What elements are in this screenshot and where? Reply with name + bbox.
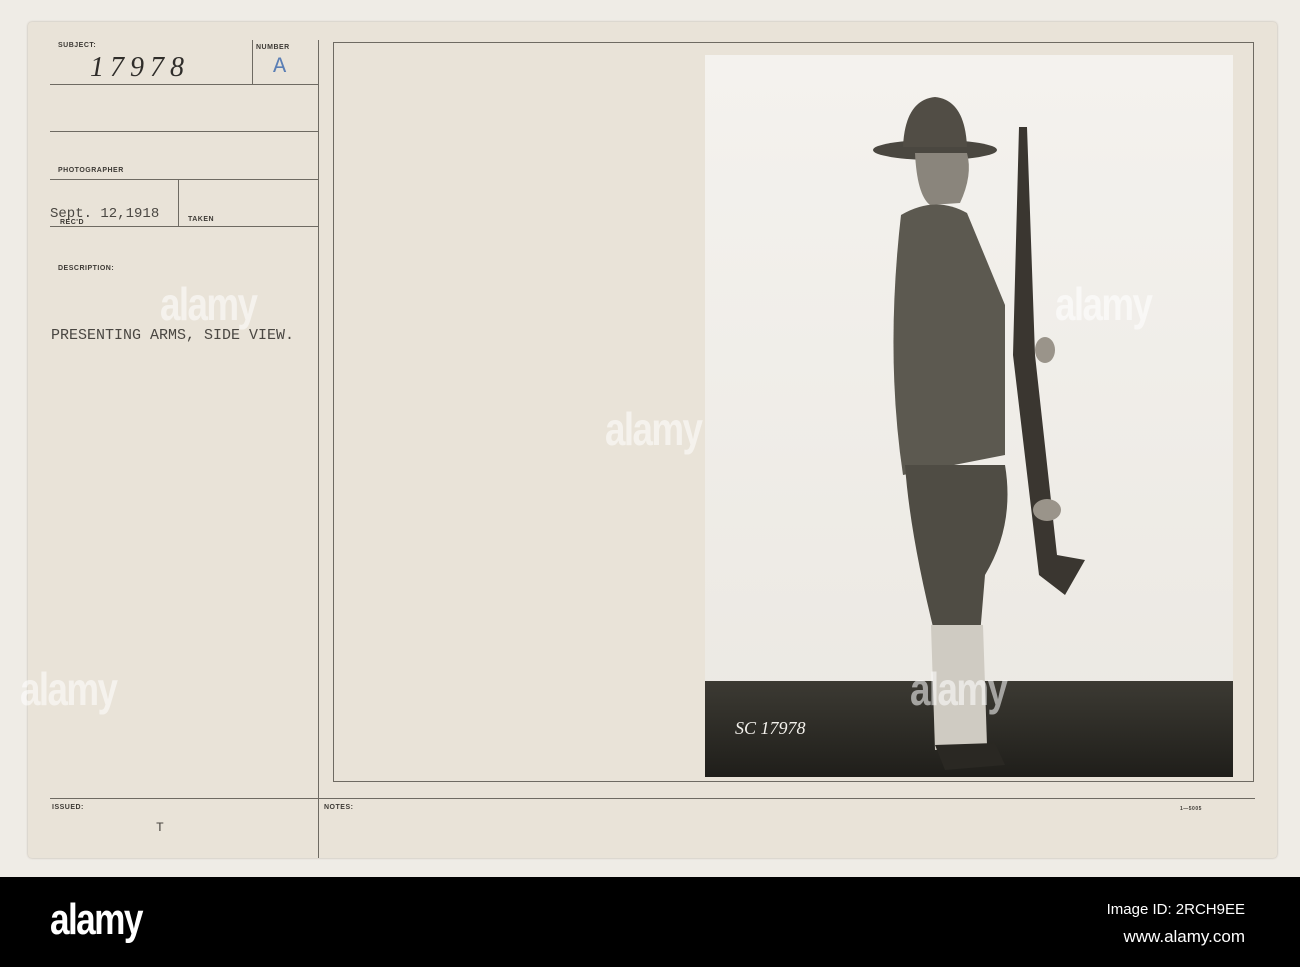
divider (50, 84, 318, 85)
issued-value: T (156, 820, 164, 835)
issued-label: ISSUED: (52, 804, 84, 811)
notes-label: NOTES: (324, 804, 354, 811)
divider (50, 179, 318, 180)
subject-label: SUBJECT: (58, 42, 97, 49)
watermark: alamy (605, 403, 703, 455)
divider (178, 179, 179, 226)
divider (252, 40, 253, 84)
archival-record-card: SUBJECT: 17978 NUMBER A PHOTOGRAPHER Sep… (20, 22, 1277, 858)
number-value: A (273, 54, 287, 79)
form-number: 1—5005 (1180, 806, 1202, 812)
watermark: alamy (910, 663, 1008, 715)
watermark: alamy (1055, 278, 1153, 330)
watermark: alamy (20, 663, 118, 715)
taken-label: TAKEN (188, 216, 215, 223)
image-id: Image ID: 2RCH9EE (1106, 901, 1245, 918)
subject-value: 17978 (90, 52, 190, 83)
divider (50, 226, 318, 227)
number-label: NUMBER (256, 44, 290, 51)
photographer-label: PHOTOGRAPHER (58, 167, 124, 174)
site-url: www.alamy.com (1123, 927, 1245, 946)
footer-bar: alamy Image ID: 2RCH9EE www.alamy.com (0, 877, 1300, 967)
divider (50, 131, 318, 132)
negative-mark: SC 17978 (735, 718, 806, 738)
alamy-logo: alamy (50, 895, 143, 944)
watermark: alamy (160, 278, 258, 330)
divider (318, 40, 319, 858)
description-label: DESCRIPTION: (58, 265, 115, 272)
recd-label: REC'D (60, 219, 84, 226)
divider (50, 798, 1255, 799)
